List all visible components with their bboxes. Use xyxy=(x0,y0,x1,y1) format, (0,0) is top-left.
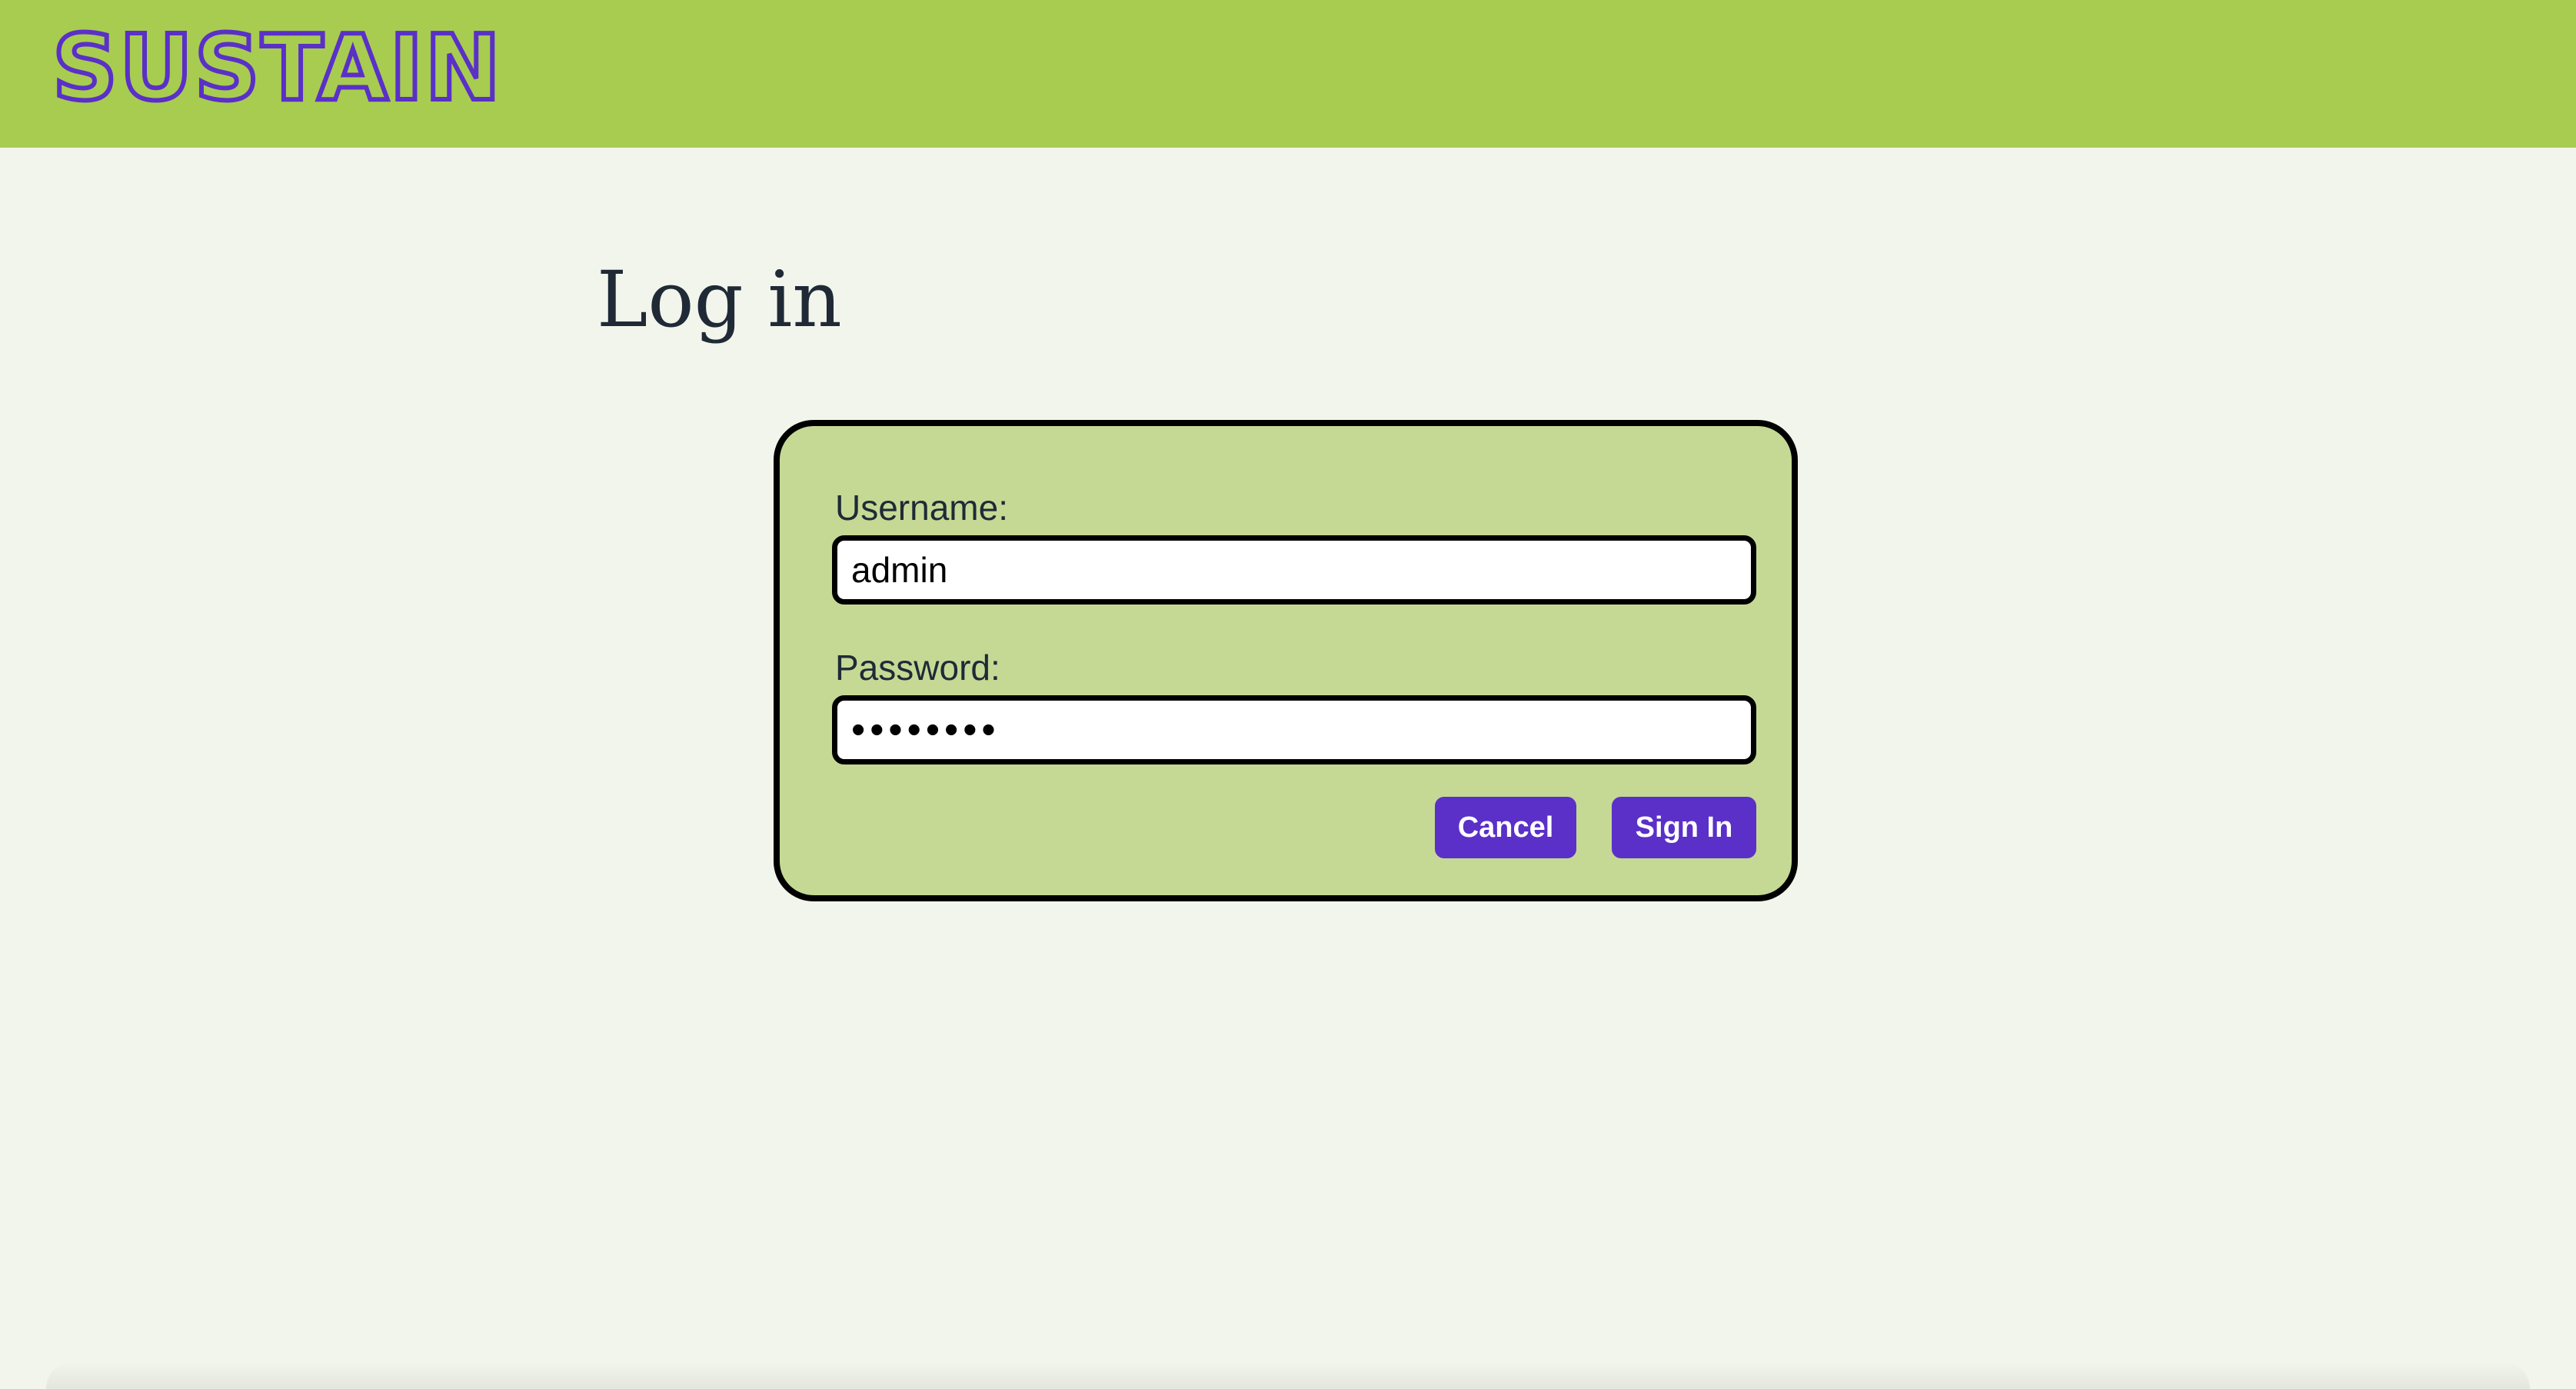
sign-in-button[interactable]: Sign In xyxy=(1612,797,1756,858)
page-title: Log in xyxy=(597,255,842,345)
password-input[interactable] xyxy=(832,695,1756,764)
cancel-button[interactable]: Cancel xyxy=(1435,797,1576,858)
site-logo[interactable]: SUSTAIN xyxy=(50,16,503,119)
login-form: Username: Password: Cancel Sign In xyxy=(774,420,1798,901)
bottom-edge-shadow xyxy=(46,1361,2530,1389)
username-input[interactable] xyxy=(832,535,1756,605)
top-banner: SUSTAIN xyxy=(0,0,2576,148)
password-label: Password: xyxy=(835,648,1000,688)
username-label: Username: xyxy=(835,488,1008,528)
